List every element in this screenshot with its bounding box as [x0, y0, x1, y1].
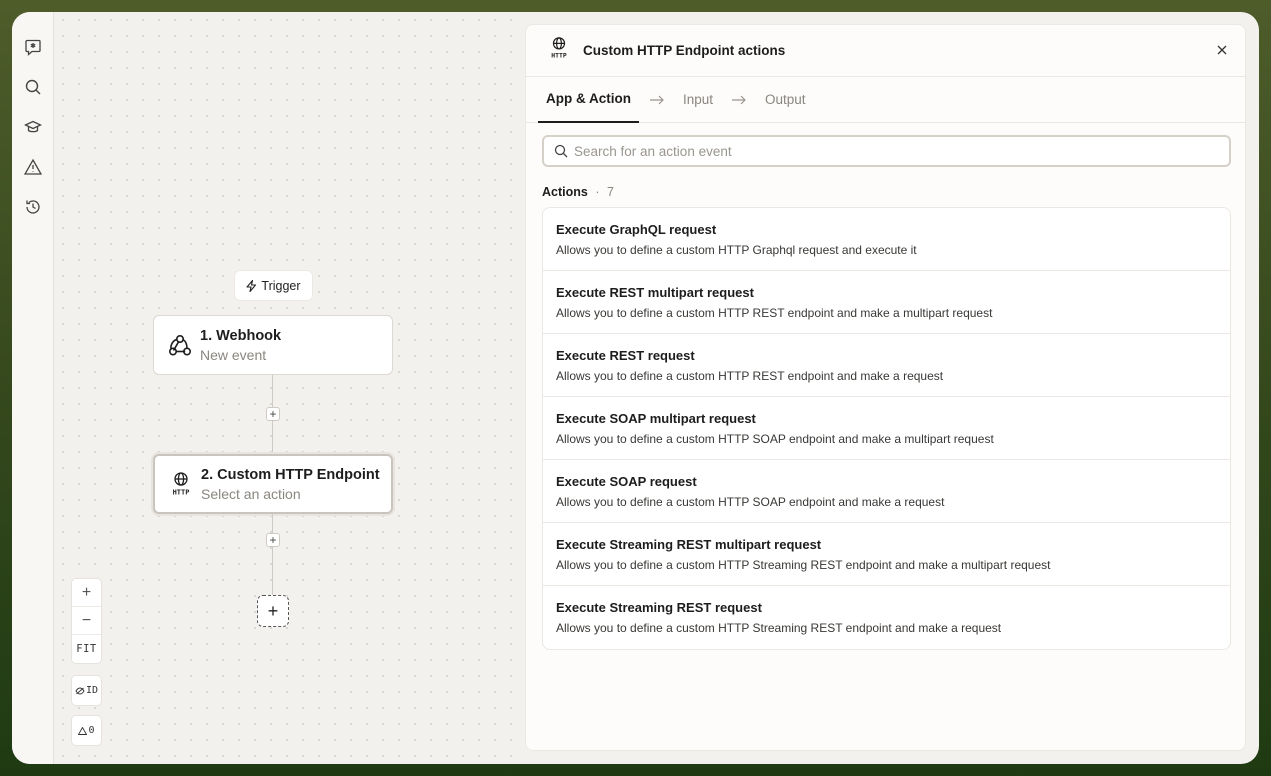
action-panel: HTTP Custom HTTP Endpoint actions App & …	[525, 24, 1246, 751]
tab-input[interactable]: Input	[675, 77, 721, 123]
warnings-count: 0	[88, 725, 95, 736]
fit-button[interactable]: FIT	[72, 635, 101, 663]
app-window: Trigger 1. Webhook New event + HTTP 2. C…	[12, 12, 1259, 764]
id-toggle-button[interactable]: ID	[71, 675, 102, 706]
action-item[interactable]: Execute SOAP multipart request Allows yo…	[543, 397, 1230, 460]
action-search	[542, 135, 1231, 167]
lightning-icon	[246, 279, 257, 292]
arrow-right-icon	[649, 95, 665, 105]
zoom-controls: + − FIT	[71, 578, 102, 664]
trigger-label: Trigger	[261, 278, 301, 293]
action-description: Allows you to define a custom HTTP REST …	[556, 369, 944, 383]
action-title: Execute REST multipart request	[556, 285, 754, 300]
trigger-badge[interactable]: Trigger	[234, 270, 313, 301]
action-description: Allows you to define a custom HTTP SOAP …	[556, 495, 945, 509]
search-input[interactable]	[574, 143, 1214, 159]
webhook-icon	[166, 331, 194, 359]
actions-separator: ·	[595, 185, 600, 199]
arrow-right-icon	[731, 95, 747, 105]
workflow-canvas[interactable]: Trigger 1. Webhook New event + HTTP 2. C…	[55, 12, 525, 764]
actions-header: Actions · 7	[542, 185, 614, 199]
graduation-cap-icon[interactable]	[21, 115, 45, 139]
tab-app-action[interactable]: App & Action	[538, 77, 639, 123]
http-globe-icon: HTTP	[167, 470, 195, 498]
action-item[interactable]: Execute REST request Allows you to defin…	[543, 334, 1230, 397]
search-icon[interactable]	[21, 75, 45, 99]
chat-sparkle-icon[interactable]	[21, 35, 45, 59]
http-globe-icon: HTTP	[547, 36, 571, 65]
action-title: Execute SOAP multipart request	[556, 411, 756, 426]
connector-line	[272, 514, 273, 596]
add-step-button[interactable]: +	[266, 407, 280, 421]
actions-label: Actions	[542, 185, 588, 199]
warning-icon	[78, 726, 88, 735]
svg-text:HTTP: HTTP	[551, 52, 567, 60]
node-title: 1. Webhook	[200, 327, 282, 344]
action-item[interactable]: Execute Streaming REST request Allows yo…	[543, 586, 1230, 649]
action-title: Execute REST request	[556, 348, 695, 363]
left-rail	[12, 12, 54, 764]
svg-text:HTTP: HTTP	[173, 489, 190, 497]
action-title: Execute SOAP request	[556, 474, 697, 489]
action-title: Execute GraphQL request	[556, 222, 717, 237]
action-title: Execute Streaming REST multipart request	[556, 537, 822, 552]
id-toggle-label: ID	[85, 685, 99, 696]
action-item[interactable]: Execute Streaming REST multipart request…	[543, 523, 1230, 586]
actions-count: 7	[606, 185, 614, 199]
add-node-button[interactable]: +	[257, 595, 289, 627]
action-description: Allows you to define a custom HTTP REST …	[556, 306, 993, 320]
panel-title: Custom HTTP Endpoint actions	[583, 43, 786, 58]
node-title: 2. Custom HTTP Endpoint	[201, 466, 380, 483]
action-description: Allows you to define a custom HTTP Strea…	[556, 621, 1002, 635]
action-item[interactable]: Execute GraphQL request Allows you to de…	[543, 208, 1230, 271]
action-item[interactable]: Execute SOAP request Allows you to defin…	[543, 460, 1230, 523]
node-subtitle: Select an action	[201, 485, 301, 502]
eye-off-icon	[75, 687, 85, 694]
step-tabs: App & Action Input Output	[526, 77, 1245, 123]
action-description: Allows you to define a custom HTTP Graph…	[556, 243, 917, 257]
zoom-out-button[interactable]: −	[72, 607, 101, 635]
warnings-button[interactable]: 0	[71, 715, 102, 746]
tab-output[interactable]: Output	[757, 77, 814, 123]
warning-icon[interactable]	[21, 155, 45, 179]
node-subtitle: New event	[200, 346, 267, 363]
close-icon[interactable]	[1215, 43, 1229, 57]
add-step-button[interactable]: +	[266, 533, 280, 547]
actions-list: Execute GraphQL request Allows you to de…	[542, 207, 1231, 650]
history-icon[interactable]	[21, 195, 45, 219]
action-title: Execute Streaming REST request	[556, 600, 762, 615]
search-icon	[554, 144, 568, 158]
workflow-node-webhook[interactable]: 1. Webhook New event	[153, 315, 393, 375]
panel-header: HTTP Custom HTTP Endpoint actions	[526, 25, 1245, 77]
action-item[interactable]: Execute REST multipart request Allows yo…	[543, 271, 1230, 334]
workflow-node-http[interactable]: HTTP 2. Custom HTTP Endpoint Select an a…	[153, 454, 393, 514]
action-description: Allows you to define a custom HTTP SOAP …	[556, 432, 994, 446]
zoom-in-button[interactable]: +	[72, 579, 101, 607]
action-description: Allows you to define a custom HTTP Strea…	[556, 558, 1051, 572]
